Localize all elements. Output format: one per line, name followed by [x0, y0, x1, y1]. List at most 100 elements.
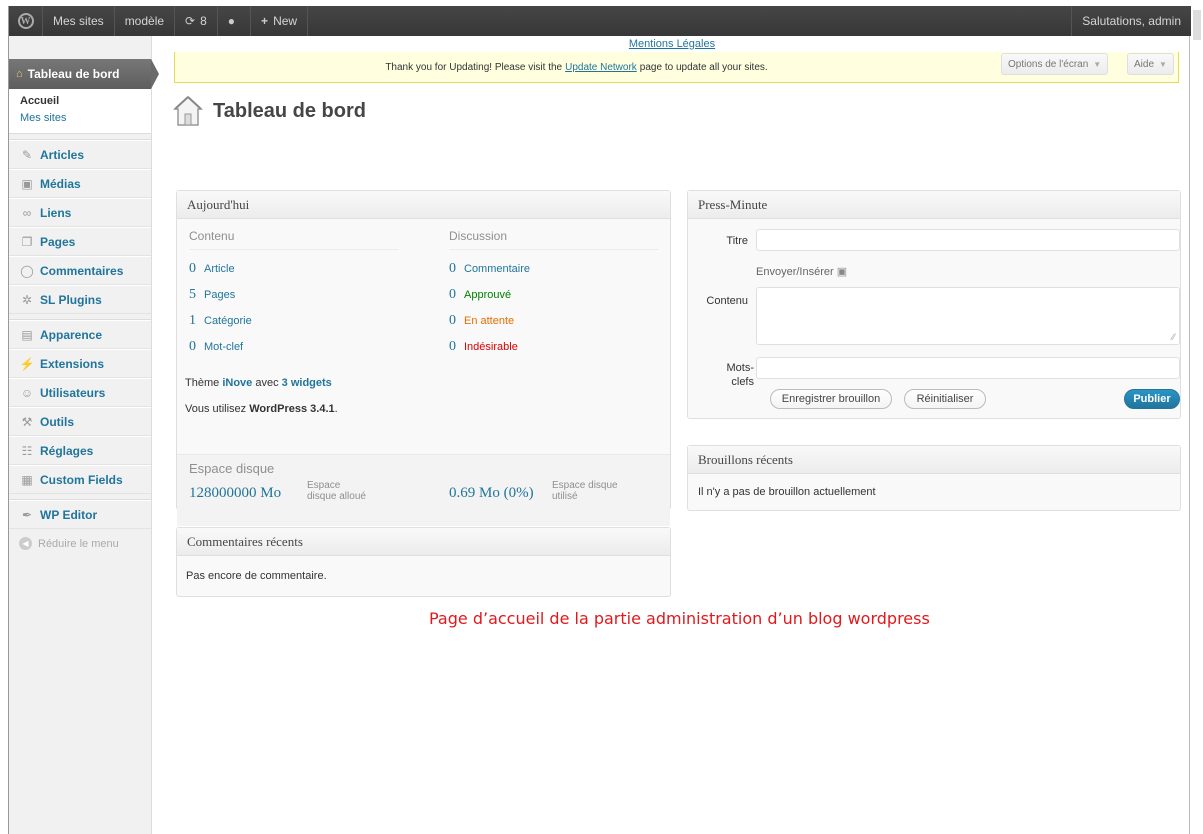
widget-title-bar[interactable]: Commentaires récents [177, 528, 670, 556]
save-draft-button[interactable]: Enregistrer brouillon [770, 389, 892, 409]
stat-row[interactable]: 0 Indésirable [449, 339, 518, 355]
sidebar-item-users[interactable]: ☺ Utilisateurs [9, 378, 151, 407]
new-content-button[interactable]: + New [251, 6, 309, 36]
wordpress-logo-button[interactable]: W [9, 6, 43, 36]
my-sites-menu[interactable]: Mes sites [43, 6, 115, 36]
sidebar-item-settings[interactable]: ☷ Réglages [9, 436, 151, 465]
tools-icon: ⚒ [21, 414, 33, 429]
sidebar-item-label: Custom Fields [40, 472, 123, 487]
collapse-menu-button[interactable]: ◀ Réduire le menu [9, 529, 151, 558]
home-icon [173, 95, 203, 126]
update-network-link[interactable]: Update Network [565, 62, 637, 73]
content-textarea[interactable]: ⁄⁄ [756, 287, 1180, 345]
today-widget: Aujourd'hui Contenu Discussion 0 Article… [176, 190, 671, 526]
help-button[interactable]: Aide ▼ [1127, 53, 1174, 75]
stat-row[interactable]: 0 Mot-clef [189, 339, 243, 355]
admin-bar: W Mes sites modèle ⟳ 8 ● + New Salutatio… [9, 6, 1191, 36]
version-info: Vous utilisez WordPress 3.4.1. [185, 403, 338, 415]
stat-count: 0 [189, 339, 196, 354]
settings-icon: ☷ [21, 443, 33, 458]
sidebar-item-wp-editor[interactable]: ✒ WP Editor [9, 500, 151, 529]
updates-count: 8 [200, 14, 207, 28]
sidebar-item-extensions[interactable]: ⚡ Extensions [9, 349, 151, 378]
submenu-item-home[interactable]: Accueil [20, 93, 151, 110]
widget-title-bar[interactable]: Aujourd'hui [177, 191, 670, 219]
stat-row[interactable]: 5 Pages [189, 287, 235, 303]
tags-label: Mots- clefs [708, 361, 755, 389]
widget-title: Aujourd'hui [187, 196, 250, 212]
reset-button[interactable]: Réinitialiser [904, 389, 986, 409]
disk-space-title: Espace disque [189, 461, 275, 476]
version-value: WordPress 3.4.1 [249, 403, 335, 415]
screen-options-button[interactable]: Options de l'écran ▼ [1001, 53, 1109, 75]
content-label: Contenu [706, 295, 748, 307]
recent-comments-widget: Commentaires récents Pas encore de comme… [176, 527, 671, 597]
help-label: Aide [1134, 58, 1155, 70]
new-label: New [273, 14, 298, 28]
tags-input[interactable] [756, 357, 1180, 379]
recent-drafts-widget: Brouillons récents Il n'y a pas de broui… [687, 445, 1181, 511]
sidebar-item-label: WP Editor [40, 507, 98, 522]
disk-used-label: Espace disque utilisé [552, 480, 618, 502]
sidebar-item-appearance[interactable]: ▤ Apparence [9, 320, 151, 349]
updates-button[interactable]: ⟳ 8 [175, 6, 218, 36]
refresh-icon: ⟳ [185, 14, 196, 28]
annotation-caption: Page d’accueil de la partie administrati… [429, 609, 930, 628]
media-icon: ▣ [21, 176, 33, 191]
link-icon: ∞ [22, 205, 32, 220]
account-menu[interactable]: Salutations, admin [1071, 6, 1191, 36]
comments-button[interactable]: ● [218, 6, 252, 36]
theme-link[interactable]: iNove [222, 377, 252, 389]
disk-used-label-line: Espace disque [552, 480, 618, 491]
widgets-link[interactable]: 3 widgets [282, 377, 332, 389]
press-minute-widget: Press-Minute Titre Envoyer/Insérer ▣ Con… [687, 190, 1181, 419]
disk-space-section: Espace disque 128000000 Mo Espace disque… [177, 454, 670, 526]
sidebar-item-media[interactable]: ▣ Médias [9, 169, 151, 198]
stat-label: Commentaire [464, 263, 531, 275]
stat-row[interactable]: 0 Article [189, 261, 235, 277]
tags-label-line: clefs [731, 376, 754, 388]
stat-row[interactable]: 0 Approuvé [449, 287, 511, 303]
appearance-icon: ▤ [21, 327, 33, 342]
upload-insert-link[interactable]: Envoyer/Insérer ▣ [756, 265, 847, 278]
sidebar-item-tools[interactable]: ⚒ Outils [9, 407, 151, 436]
stat-count: 1 [189, 313, 196, 328]
sidebar-item-custom-fields[interactable]: ▦ Custom Fields [9, 465, 151, 494]
plugin-icon: ⚡ [19, 356, 35, 371]
sidebar-item-links[interactable]: ∞ Liens [9, 198, 151, 227]
sidebar-item-label: Tableau de bord [27, 67, 120, 81]
widget-title-bar[interactable]: Brouillons récents [688, 446, 1180, 474]
sidebar-item-sl-plugins[interactable]: ✲ SL Plugins [9, 285, 151, 314]
submenu-item-my-sites[interactable]: Mes sites [20, 110, 151, 127]
fields-icon: ▦ [21, 472, 33, 487]
stat-row[interactable]: 0 Commentaire [449, 261, 530, 277]
stat-label: Approuvé [464, 289, 512, 301]
sidebar-item-label: Pages [40, 234, 76, 249]
chevron-down-icon: ▼ [1159, 59, 1167, 69]
sidebar-item-dashboard[interactable]: ⌂ Tableau de bord [9, 59, 159, 89]
publish-button[interactable]: Publier [1124, 389, 1180, 409]
collapse-label: Réduire le menu [38, 537, 119, 550]
stat-label: Mot-clef [204, 341, 244, 353]
title-input[interactable] [756, 229, 1180, 251]
sidebar-item-pages[interactable]: ❐ Pages [9, 227, 151, 256]
screen-options-label: Options de l'écran [1008, 58, 1089, 70]
stat-row[interactable]: 1 Catégorie [189, 313, 252, 329]
home-icon: ⌂ [16, 68, 23, 80]
widget-title: Brouillons récents [698, 451, 793, 467]
site-name-menu[interactable]: modèle [115, 6, 176, 36]
disk-allowed-label-line: Espace [307, 480, 341, 491]
legal-mentions-link[interactable]: Mentions Légales [153, 38, 1191, 50]
stat-row[interactable]: 0 En attente [449, 313, 514, 329]
widget-title-bar[interactable]: Press-Minute [688, 191, 1180, 219]
version-suffix: . [334, 403, 338, 415]
sidebar-item-comments[interactable]: ◯ Commentaires [9, 256, 151, 285]
disk-allowed-value: 128000000 Mo [189, 485, 282, 501]
main-content: Mentions Légales Thank you for Updating!… [153, 36, 1191, 834]
plus-icon: + [261, 14, 269, 28]
sidebar-item-label: Apparence [40, 327, 103, 342]
sidebar-item-label: Réglages [40, 443, 94, 458]
resize-handle-icon[interactable]: ⁄⁄ [1172, 332, 1175, 342]
sidebar-item-articles[interactable]: ✎ Articles [9, 140, 151, 169]
stat-count: 0 [449, 287, 456, 302]
